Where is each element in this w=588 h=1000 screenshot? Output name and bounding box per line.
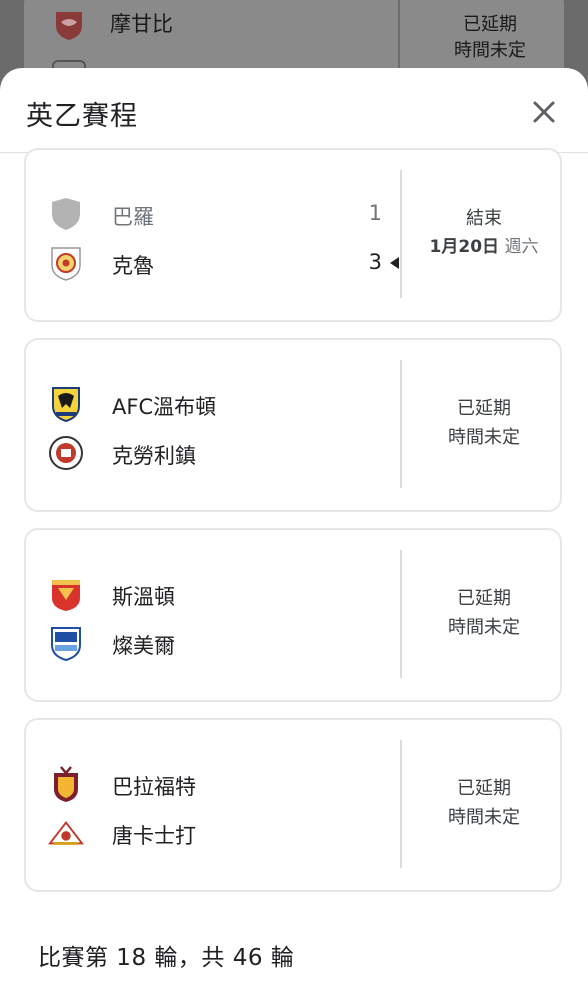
away-team-name: 克魯 (112, 254, 154, 278)
crawley-town-crest-icon (48, 435, 84, 471)
background-team-name: 摩甘比 (110, 12, 173, 36)
status-label: 已延期 (457, 588, 511, 609)
home-team: 巴羅 (48, 194, 154, 234)
match-card[interactable]: 巴拉福特 唐卡士打 已延期 時間未定 (24, 718, 562, 892)
away-team: 唐卡士打 (48, 813, 196, 853)
away-team-name: 克勞利鎮 (112, 444, 196, 468)
crewe-crest-icon (48, 245, 84, 281)
home-team-name: 巴羅 (112, 205, 154, 229)
home-team-name: 巴拉福特 (112, 775, 196, 799)
status-time: 時間未定 (448, 617, 520, 638)
home-team-name: 斯溫頓 (112, 585, 175, 609)
match-status: 已延期 時間未定 (418, 584, 550, 642)
away-team-name: 唐卡士打 (112, 824, 196, 848)
afc-wimbledon-crest-icon (48, 386, 84, 422)
home-team: 巴拉福特 (48, 764, 196, 804)
match-card[interactable]: 巴羅 1 克魯 3 結束 1月20日 週六 (24, 148, 562, 322)
match-status: 結束 1月20日 週六 (418, 204, 550, 262)
status-time: 時間未定 (448, 807, 520, 828)
away-team: 克勞利鎮 (48, 433, 196, 473)
bradford-crest-icon (48, 766, 84, 802)
match-status: 已延期 時間未定 (418, 774, 550, 832)
match-status: 已延期 時間未定 (418, 394, 550, 452)
home-score: 1 (368, 201, 382, 225)
away-team: 克魯 (48, 243, 154, 283)
match-date: 1月20日 週六 (429, 237, 539, 257)
match-card[interactable]: 斯溫頓 燦美爾 已延期 時間未定 (24, 528, 562, 702)
status-label: 結束 (466, 208, 502, 229)
sheet-header: 英乙賽程 (0, 68, 588, 153)
status-time: 時間未定 (448, 427, 520, 448)
card-divider (400, 740, 402, 868)
background-status: 已延期 時間未定 (454, 14, 526, 61)
winner-indicator-icon (390, 257, 399, 269)
card-divider (400, 170, 402, 298)
match-card[interactable]: AFC溫布頓 克勞利鎮 已延期 時間未定 (24, 338, 562, 512)
round-info: 比賽第 18 輪，共 46 輪 (38, 945, 295, 971)
away-team-name: 燦美爾 (112, 634, 175, 658)
away-team: 燦美爾 (48, 623, 175, 663)
home-team: 斯溫頓 (48, 574, 175, 614)
card-divider (400, 360, 402, 488)
away-score: 3 (368, 250, 382, 274)
sheet-title: 英乙賽程 (26, 101, 138, 132)
morecambe-crest-icon (56, 12, 82, 40)
tranmere-crest-icon (48, 625, 84, 661)
status-label: 已延期 (457, 398, 511, 419)
shield-placeholder-icon (48, 196, 84, 232)
doncaster-crest-icon (48, 815, 84, 851)
status-label: 已延期 (457, 778, 511, 799)
home-team-name: AFC溫布頓 (112, 395, 217, 419)
close-icon[interactable] (526, 94, 562, 130)
swindon-crest-icon (48, 576, 84, 612)
card-divider (400, 550, 402, 678)
home-team: AFC溫布頓 (48, 384, 216, 424)
